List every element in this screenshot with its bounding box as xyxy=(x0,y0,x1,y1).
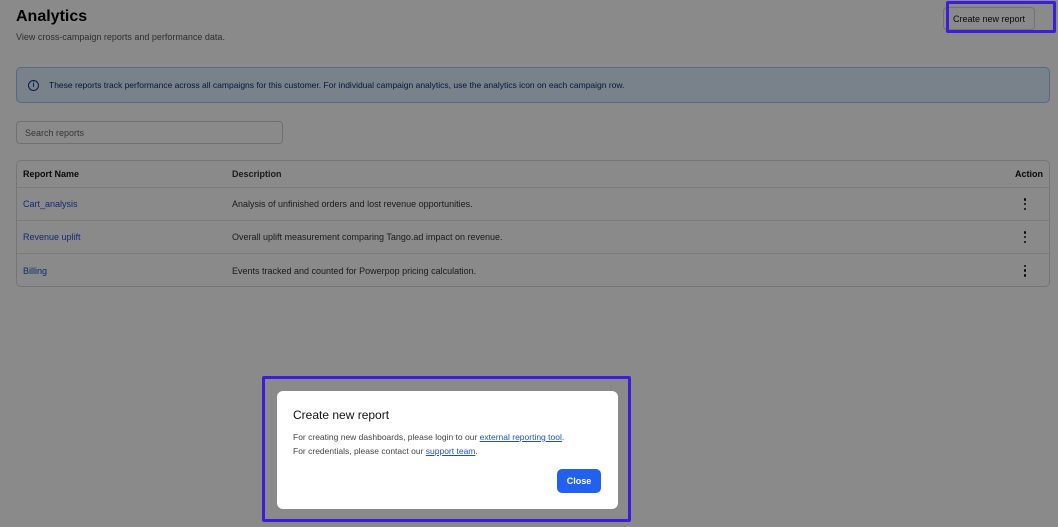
create-report-dialog: Create new report For creating new dashb… xyxy=(277,391,618,509)
dialog-line-dashboards: For creating new dashboards, please logi… xyxy=(293,430,602,444)
dialog-title: Create new report xyxy=(293,408,390,422)
support-team-link[interactable]: support team xyxy=(426,446,476,456)
dialog-text: For creating new dashboards, please logi… xyxy=(293,432,480,442)
external-reporting-tool-link[interactable]: external reporting tool xyxy=(480,432,562,442)
dialog-line-credentials: For credentials, please contact our supp… xyxy=(293,444,602,458)
dialog-text: For credentials, please contact our xyxy=(293,446,426,456)
close-button[interactable]: Close xyxy=(557,469,601,493)
dialog-text: . xyxy=(475,446,478,456)
dialog-text: . xyxy=(561,432,565,442)
